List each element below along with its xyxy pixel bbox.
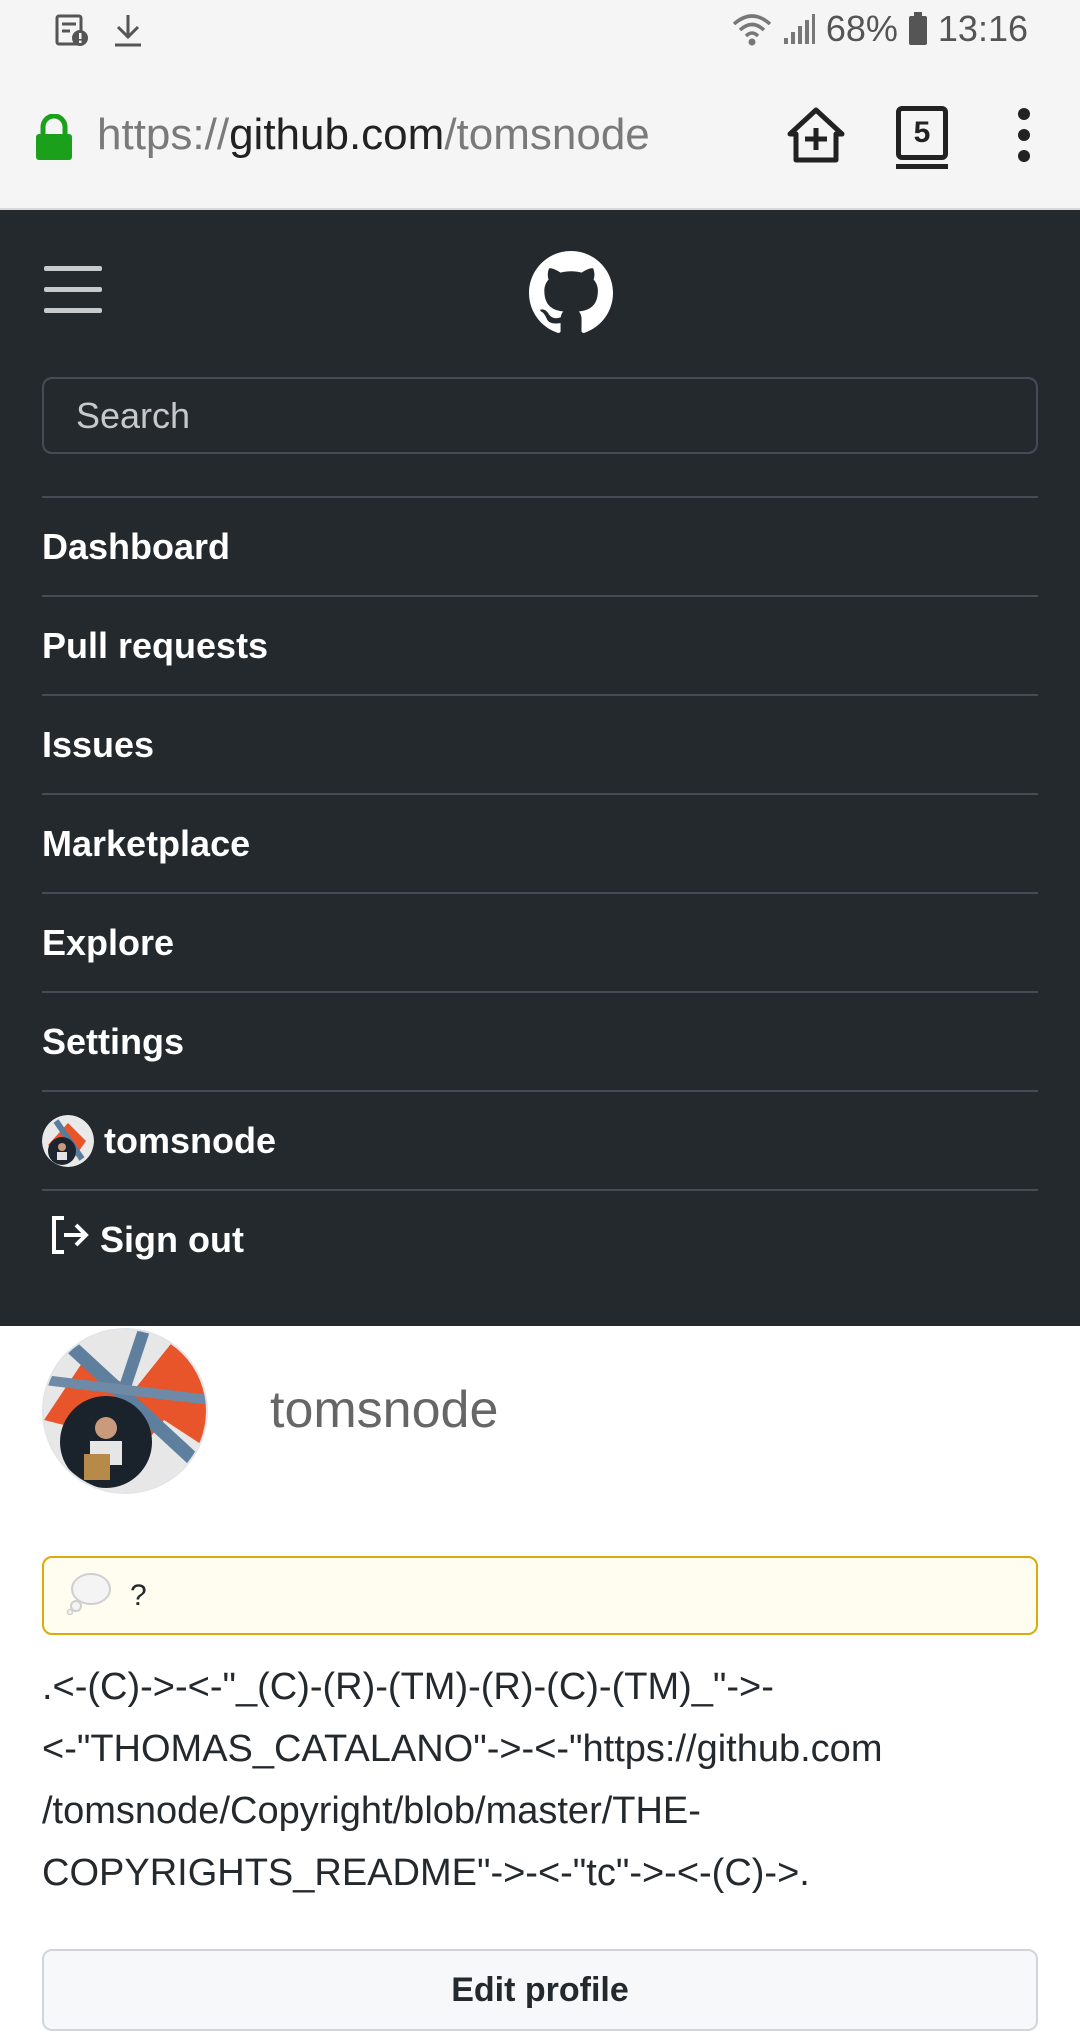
browser-toolbar: https://github.com/tomsnode 5 [0,64,1080,210]
lock-icon [34,113,74,167]
sign-out-button[interactable]: Sign out [42,1189,1038,1288]
wifi-icon [732,12,772,46]
url-host: github.com [229,110,445,159]
sign-out-icon [50,1214,90,1265]
notification-icon [54,12,90,48]
tab-switcher-button[interactable]: 5 [896,106,948,169]
browser-menu-button[interactable] [1016,108,1032,168]
github-header: Search Dashboard Pull requests Issues Ma… [0,210,1080,1326]
header-nav: Dashboard Pull requests Issues Marketpla… [42,496,1038,1288]
profile-avatar[interactable] [42,1328,208,1494]
thought-bubble-icon [66,1571,112,1620]
nav-item-pull-requests[interactable]: Pull requests [42,595,1038,694]
sign-out-label: Sign out [100,1218,244,1260]
nav-item-issues[interactable]: Issues [42,694,1038,793]
nav-item-settings[interactable]: Settings [42,991,1038,1090]
status-bar: 68% 13:16 [0,0,1080,64]
nav-item-user[interactable]: tomsnode [42,1090,1038,1189]
url-path: /tomsnode [444,110,650,159]
signal-icon [782,12,816,46]
search-input[interactable]: Search [42,377,1038,454]
nav-user-label: tomsnode [104,1119,277,1161]
nav-item-dashboard[interactable]: Dashboard [42,496,1038,595]
home-icon [787,107,845,163]
profile-bio: .<-(C)->-<-"_(C)-(R)-(TM)-(R)-(C)-(TM)_"… [42,1666,883,1894]
url-field[interactable]: https://github.com/tomsnode [97,110,650,160]
status-field[interactable]: ? [42,1556,1038,1635]
url-scheme: https:// [97,110,230,159]
battery-icon [908,12,928,46]
github-logo-icon[interactable] [529,251,613,335]
avatar [42,1114,94,1167]
download-icon [112,12,144,48]
home-button[interactable] [784,104,848,168]
status-text: ? [130,1578,147,1612]
nav-item-explore[interactable]: Explore [42,892,1038,991]
clock: 13:16 [937,8,1028,49]
hamburger-menu-button[interactable] [44,266,102,313]
battery-percent: 68% [825,8,898,49]
edit-profile-button[interactable]: Edit profile [42,1949,1038,2031]
nav-item-marketplace[interactable]: Marketplace [42,793,1038,892]
profile-username: tomsnode [270,1381,499,1439]
